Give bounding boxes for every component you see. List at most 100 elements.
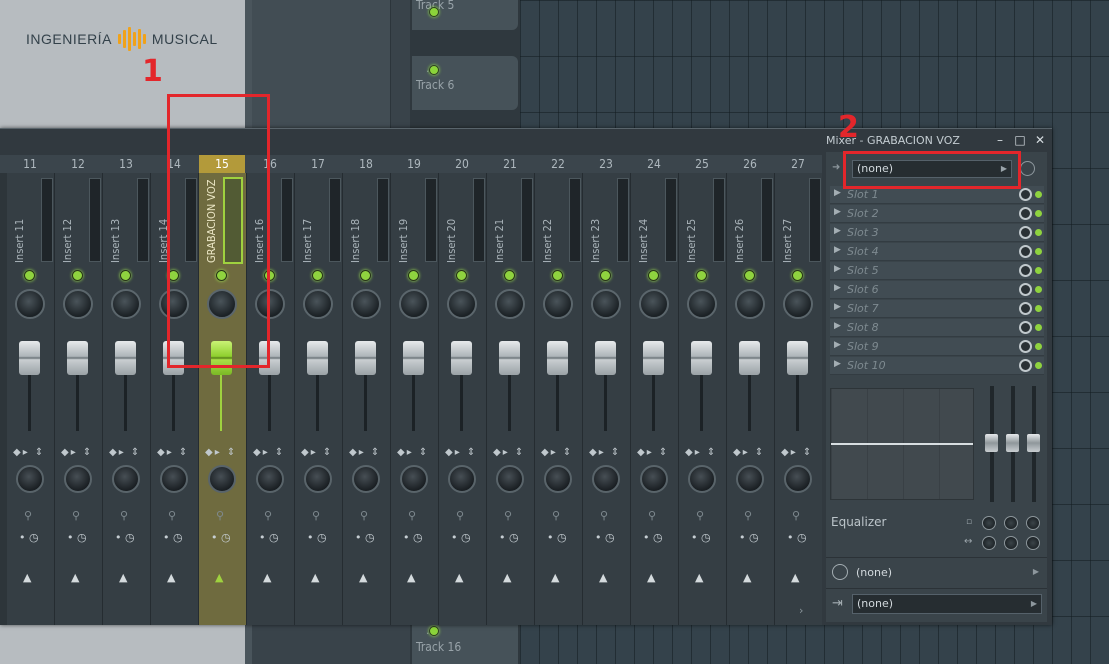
eq-knob-high-bw[interactable]: [1026, 536, 1040, 550]
insert-enable-led[interactable]: [744, 270, 755, 281]
insert-name[interactable]: Insert 17: [301, 177, 323, 263]
insert-enable-led[interactable]: [120, 270, 131, 281]
eq-knob-high-freq[interactable]: [1026, 516, 1040, 530]
pan-knob[interactable]: [735, 289, 765, 319]
slot-enable-led[interactable]: [1035, 362, 1042, 369]
audio-input-icon[interactable]: ⚲: [312, 509, 320, 522]
audio-input-icon[interactable]: ⚲: [792, 509, 800, 522]
track-header-6[interactable]: ... Track 6: [412, 56, 518, 110]
stereo-separation-knob[interactable]: [544, 465, 572, 493]
track-options-icon[interactable]: • ◷: [451, 531, 471, 544]
volume-fader-cap[interactable]: [691, 341, 712, 375]
eq-graph[interactable]: [830, 388, 974, 500]
pan-knob[interactable]: [687, 289, 717, 319]
track-options-icon[interactable]: • ◷: [547, 531, 567, 544]
slot-mix-knob[interactable]: [1019, 321, 1032, 334]
insert-name[interactable]: Insert 11: [13, 177, 35, 263]
stereo-swap-icon[interactable]: ◆▸ ⇕: [253, 447, 285, 458]
mixer-insert-strip[interactable]: Insert 13 ◆▸ ⇕ ⚲ • ◷ ▲: [103, 173, 151, 625]
scroll-right-icon[interactable]: ›: [799, 604, 803, 617]
input-route-row[interactable]: (none) ▶: [826, 557, 1047, 588]
audio-input-icon[interactable]: ⚲: [264, 509, 272, 522]
audio-input-icon[interactable]: ⚲: [408, 509, 416, 522]
slot-enable-led[interactable]: [1035, 191, 1042, 198]
track-header-16[interactable]: ... Track 16: [412, 624, 518, 664]
pan-knob[interactable]: [303, 289, 333, 319]
stereo-swap-icon[interactable]: ◆▸ ⇕: [397, 447, 429, 458]
insert-enable-led[interactable]: [456, 270, 467, 281]
volume-fader-cap[interactable]: [787, 341, 808, 375]
track-options-icon[interactable]: • ◷: [595, 531, 615, 544]
mixer-insert-strip[interactable]: Insert 21 ◆▸ ⇕ ⚲ • ◷ ▲: [487, 173, 535, 625]
audio-input-icon[interactable]: ⚲: [696, 509, 704, 522]
track-options-icon[interactable]: • ◷: [163, 531, 183, 544]
pan-knob[interactable]: [63, 289, 93, 319]
send-arrow-icon[interactable]: ▲: [599, 571, 607, 584]
send-arrow-icon[interactable]: ▲: [743, 571, 751, 584]
slot-enable-led[interactable]: [1035, 210, 1042, 217]
volume-fader-cap[interactable]: [739, 341, 760, 375]
effect-slot[interactable]: ▶ Slot 5: [830, 262, 1044, 280]
volume-fader-cap[interactable]: [403, 341, 424, 375]
stereo-separation-knob[interactable]: [256, 465, 284, 493]
eq-fader-cap[interactable]: [985, 434, 998, 452]
slot-mix-knob[interactable]: [1019, 264, 1032, 277]
insert-name[interactable]: Insert 26: [733, 177, 755, 263]
pan-knob[interactable]: [591, 289, 621, 319]
effect-slot[interactable]: ▶ Slot 3: [830, 224, 1044, 242]
stereo-separation-knob[interactable]: [64, 465, 92, 493]
mixer-insert-strip[interactable]: Insert 20 ◆▸ ⇕ ⚲ • ◷ ▲: [439, 173, 487, 625]
send-arrow-icon[interactable]: ▲: [167, 571, 175, 584]
stereo-separation-knob[interactable]: [784, 465, 812, 493]
stereo-separation-knob[interactable]: [304, 465, 332, 493]
slot-mix-knob[interactable]: [1019, 188, 1032, 201]
stereo-swap-icon[interactable]: ◆▸ ⇕: [157, 447, 189, 458]
maximize-icon[interactable]: □: [1014, 133, 1026, 147]
send-arrow-icon[interactable]: ▲: [215, 571, 223, 584]
insert-name[interactable]: Insert 24: [637, 177, 659, 263]
minimize-icon[interactable]: –: [994, 133, 1006, 147]
insert-enable-led[interactable]: [552, 270, 563, 281]
volume-fader-cap[interactable]: [67, 341, 88, 375]
pan-knob[interactable]: [111, 289, 141, 319]
stereo-swap-icon[interactable]: ◆▸ ⇕: [349, 447, 381, 458]
audio-input-icon[interactable]: ⚲: [72, 509, 80, 522]
mixer-insert-strip[interactable]: Insert 17 ◆▸ ⇕ ⚲ • ◷ ▲: [295, 173, 343, 625]
close-icon[interactable]: ✕: [1034, 133, 1046, 147]
eq-knob-mid-freq[interactable]: [1004, 516, 1018, 530]
track-options-icon[interactable]: • ◷: [19, 531, 39, 544]
mixer-insert-strip[interactable]: Insert 26 ◆▸ ⇕ ⚲ • ◷ ▲: [727, 173, 775, 625]
track-options-icon[interactable]: • ◷: [211, 531, 231, 544]
audio-input-icon[interactable]: ⚲: [744, 509, 752, 522]
insert-name[interactable]: Insert 20: [445, 177, 467, 263]
stereo-separation-knob[interactable]: [640, 465, 668, 493]
insert-enable-led[interactable]: [360, 270, 371, 281]
effect-slot[interactable]: ▶ Slot 7: [830, 300, 1044, 318]
track-enable-led[interactable]: [429, 65, 439, 75]
slot-mix-knob[interactable]: [1019, 302, 1032, 315]
stereo-swap-icon[interactable]: ◆▸ ⇕: [61, 447, 93, 458]
insert-enable-led[interactable]: [648, 270, 659, 281]
insert-name[interactable]: Insert 27: [781, 177, 803, 263]
eq-knob-low-freq[interactable]: [982, 516, 996, 530]
mixer-insert-strip[interactable]: Insert 19 ◆▸ ⇕ ⚲ • ◷ ▲: [391, 173, 439, 625]
stereo-separation-knob[interactable]: [112, 465, 140, 493]
stereo-separation-knob[interactable]: [448, 465, 476, 493]
insert-enable-led[interactable]: [24, 270, 35, 281]
volume-fader-cap[interactable]: [595, 341, 616, 375]
mixer-insert-strip[interactable]: Insert 23 ◆▸ ⇕ ⚲ • ◷ ▲: [583, 173, 631, 625]
pan-knob[interactable]: [15, 289, 45, 319]
output-route-row[interactable]: ⇥ (none) ▶: [826, 588, 1047, 619]
track-options-icon[interactable]: • ◷: [691, 531, 711, 544]
stereo-swap-icon[interactable]: ◆▸ ⇕: [205, 447, 237, 458]
track-options-icon[interactable]: • ◷: [643, 531, 663, 544]
volume-fader-cap[interactable]: [307, 341, 328, 375]
pan-knob[interactable]: [783, 289, 813, 319]
audio-input-icon[interactable]: ⚲: [168, 509, 176, 522]
track-options-icon[interactable]: • ◷: [307, 531, 327, 544]
slot-enable-led[interactable]: [1035, 286, 1042, 293]
output-route-select[interactable]: (none) ▶: [852, 594, 1042, 614]
slot-enable-led[interactable]: [1035, 324, 1042, 331]
send-arrow-icon[interactable]: ▲: [647, 571, 655, 584]
volume-fader-cap[interactable]: [355, 341, 376, 375]
